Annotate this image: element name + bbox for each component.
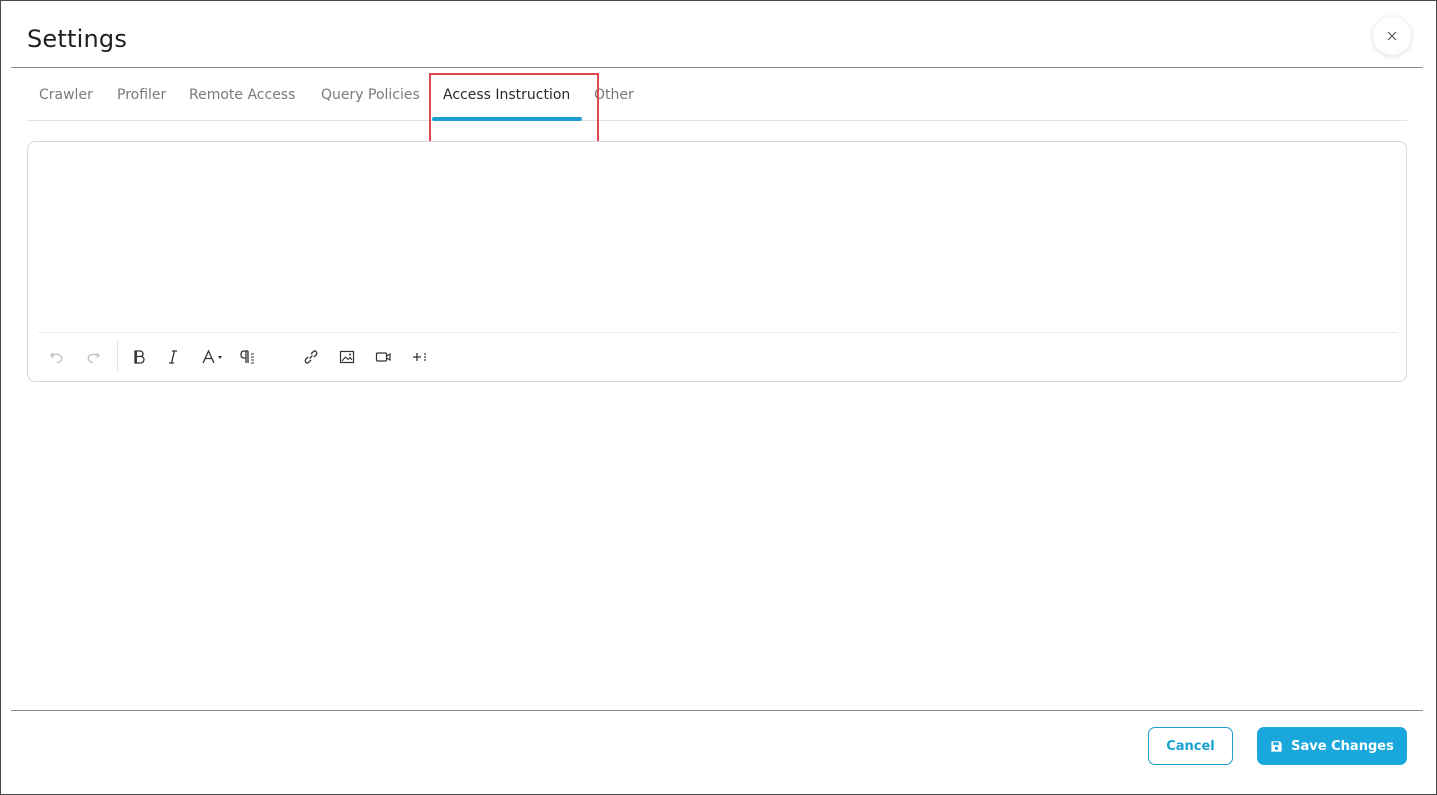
image-icon — [339, 350, 355, 364]
redo-icon — [87, 352, 100, 364]
tab-access-instruction[interactable]: Access Instruction — [443, 87, 570, 103]
more-options-button[interactable] — [406, 343, 434, 371]
video-icon — [375, 352, 391, 362]
editor-content-area[interactable] — [28, 142, 1406, 332]
link-icon — [304, 350, 318, 364]
tab-profiler[interactable]: Profiler — [117, 87, 166, 103]
tab-other[interactable]: Other — [594, 87, 634, 103]
footer-divider — [11, 710, 1423, 711]
save-button-label: Save Changes — [1291, 738, 1394, 754]
more-icon — [413, 353, 426, 361]
save-icon — [1271, 740, 1282, 752]
rich-text-editor — [27, 141, 1407, 382]
save-changes-button[interactable]: Save Changes — [1257, 727, 1407, 765]
italic-button[interactable] — [159, 343, 187, 371]
toolbar-divider — [38, 332, 1398, 333]
paragraph-format-icon — [240, 350, 254, 364]
editor-toolbar — [28, 337, 1406, 377]
active-tab-indicator — [432, 117, 582, 121]
toolbar-group-divider — [117, 341, 118, 371]
bold-button[interactable] — [125, 343, 153, 371]
tab-query-policies[interactable]: Query Policies — [321, 87, 420, 103]
insert-link-button[interactable] — [297, 343, 325, 371]
settings-dialog: Settings Crawler Profiler Remote Access … — [0, 0, 1437, 795]
settings-tabs: Crawler Profiler Remote Access Query Pol… — [27, 67, 1407, 121]
redo-button[interactable] — [79, 343, 107, 371]
insert-image-button[interactable] — [333, 343, 361, 371]
cancel-button-label: Cancel — [1166, 738, 1215, 754]
paragraph-format-button[interactable] — [233, 343, 261, 371]
italic-icon — [169, 350, 177, 364]
dialog-title: Settings — [27, 25, 128, 53]
close-button[interactable] — [1373, 17, 1411, 55]
close-icon — [1387, 31, 1397, 41]
insert-video-button[interactable] — [369, 343, 397, 371]
cancel-button[interactable]: Cancel — [1148, 727, 1233, 765]
bold-icon — [134, 350, 145, 364]
undo-icon — [50, 352, 63, 364]
font-color-icon — [202, 349, 222, 364]
tab-remote-access[interactable]: Remote Access — [189, 87, 295, 103]
font-color-button[interactable] — [196, 343, 230, 371]
tab-crawler[interactable]: Crawler — [39, 87, 93, 103]
undo-button[interactable] — [43, 343, 71, 371]
